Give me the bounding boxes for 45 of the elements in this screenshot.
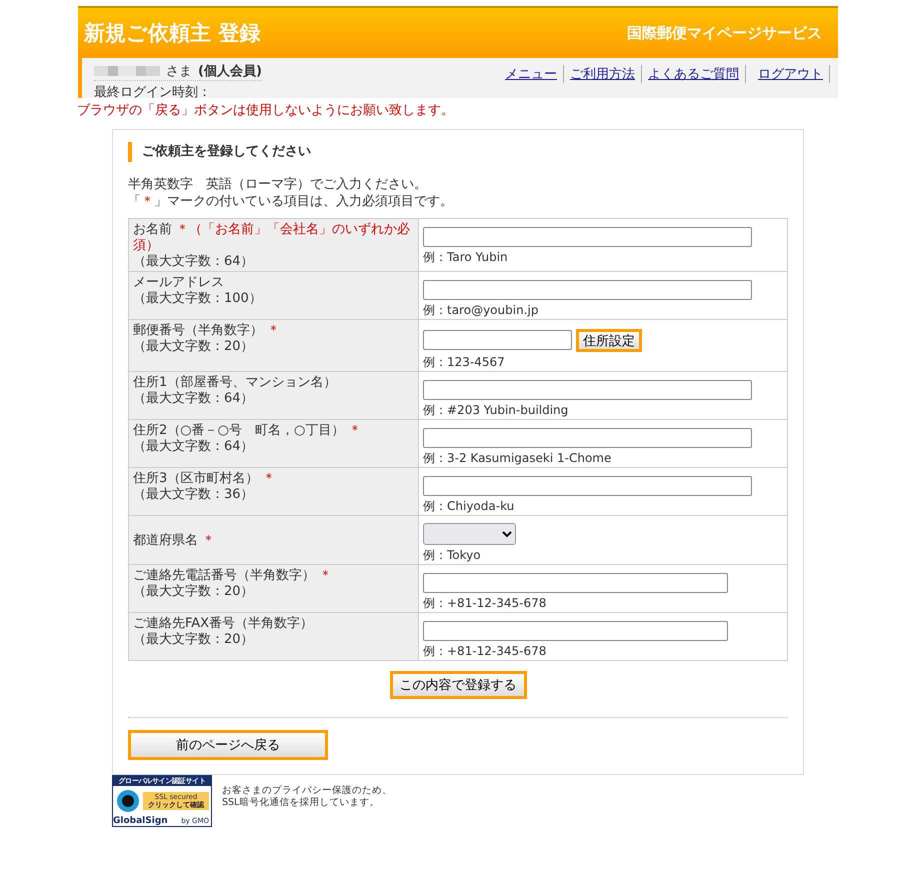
back-button[interactable]: 前のページへ戻る: [128, 730, 328, 760]
required-note: 「＊」マークの付いている項目は、入力必須項目です。: [128, 193, 454, 210]
warning-message: ブラウザの「戻る」ボタンは使用しないようにお願い致します。: [77, 103, 454, 118]
field-label-cell: 都道府県名 ＊: [128, 516, 418, 564]
field-label-cell: ご連絡先FAX番号（半角数字） （最大文字数：20）: [128, 612, 418, 660]
input-field[interactable]: [423, 476, 752, 496]
example-text: 例：+81-12-345-678: [423, 643, 548, 659]
input-field[interactable]: [423, 330, 572, 350]
page-title: 新規ご依頼主 登録: [84, 20, 260, 47]
field-label-cell: メールアドレス （最大文字数：100）: [128, 272, 418, 320]
member-type: (個人会員): [198, 63, 262, 80]
field-label-cell: 住所2（○番－○号 町名，○丁目） ＊ （最大文字数：64）: [128, 420, 418, 468]
field-label-cell: 郵便番号（半角数字） ＊ （最大文字数：20）: [128, 320, 418, 372]
field-label-cell: ご連絡先電話番号（半角数字） ＊ （最大文字数：20）: [128, 564, 418, 612]
example-text: 例：Chiyoda-ku: [423, 498, 516, 514]
input-field[interactable]: [423, 428, 752, 448]
input-field[interactable]: [423, 227, 752, 247]
nav-link[interactable]: メニュー: [505, 65, 564, 83]
last-login-label: 最終ログイン時刻：: [94, 84, 212, 101]
example-text: 例：+81-12-345-678: [423, 595, 548, 611]
honorific: さま: [166, 63, 192, 80]
ssl-notice: お客さまのプライバシー保護のため、 SSL暗号化通信を採用しています。: [222, 785, 392, 809]
instruction-text: 半角英数字 英語（ローマ字）でご入力ください。: [128, 176, 428, 193]
input-field[interactable]: [423, 380, 752, 400]
blurred-name: [94, 64, 160, 78]
input-field[interactable]: [423, 621, 728, 641]
input-field[interactable]: [423, 280, 752, 300]
nav-link[interactable]: ご利用方法: [570, 65, 642, 83]
example-text: 例：Taro Yubin: [423, 249, 509, 265]
field-label-cell: お名前 ＊（「お名前」「会社名」のいずれか必須） （最大文字数：64）: [128, 218, 418, 272]
prefecture-select[interactable]: [423, 523, 516, 545]
example-text: 例：taro@youbin.jp: [423, 302, 540, 318]
nav-link[interactable]: よくあるご質問: [648, 65, 746, 83]
example-text: 例：#203 Yubin-building: [423, 402, 570, 418]
service-name: 国際郵便マイページサービス: [627, 24, 822, 42]
field-label-cell: 住所3（区市町村名） ＊ （最大文字数：36）: [128, 468, 418, 516]
example-text: 例：123-4567: [423, 354, 506, 370]
example-text: 例：Tokyo: [423, 547, 482, 563]
nav-link[interactable]: ログアウト: [758, 65, 830, 83]
section-heading: ご依頼主を登録してください: [128, 142, 788, 162]
input-field[interactable]: [423, 573, 728, 593]
field-label-cell: 住所1（部屋番号、マンション名） （最大文字数：64）: [128, 372, 418, 420]
example-text: 例：3-2 Kasumigaseki 1-Chome: [423, 450, 612, 466]
submit-button[interactable]: この内容で登録する: [390, 671, 526, 699]
address-lookup-button[interactable]: 住所設定: [576, 329, 642, 352]
